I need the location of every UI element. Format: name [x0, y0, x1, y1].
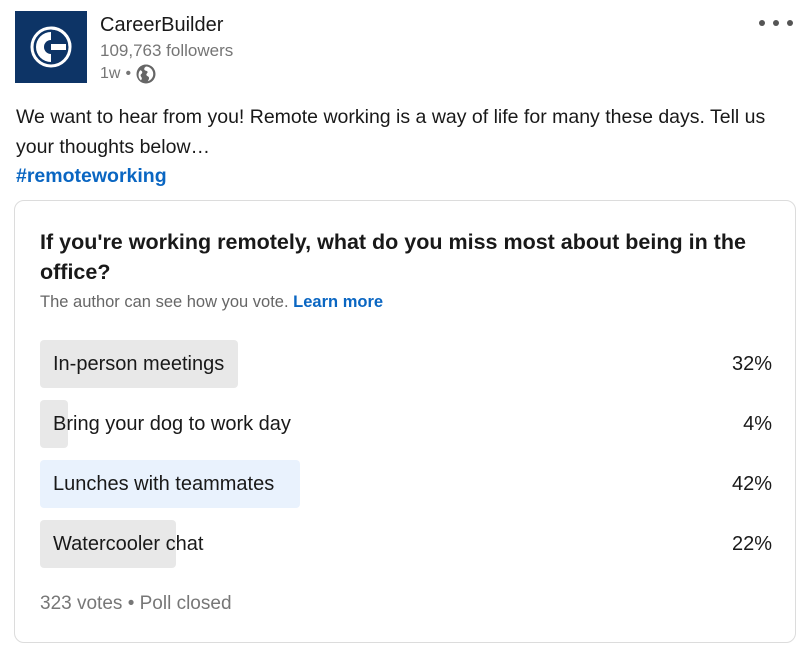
- poll-option-percent: 42%: [731, 473, 772, 495]
- more-dot-icon: [759, 20, 765, 26]
- follower-count: 109,763 followers: [100, 41, 234, 60]
- poll-card: If you're working remotely, what do you …: [14, 200, 796, 643]
- poll-option-label: Lunches with teammates: [53, 473, 275, 495]
- poll-notice-text: The author can see how you vote.: [40, 293, 289, 311]
- more-dot-icon: [773, 20, 779, 26]
- poll-option-watercooler-chat[interactable]: Watercooler chat 22%: [40, 520, 772, 568]
- poll-status: Poll closed: [139, 593, 232, 614]
- poll-option-percent: 22%: [731, 533, 772, 555]
- company-logo[interactable]: [15, 11, 87, 83]
- poll-option-bring-your-dog[interactable]: Bring your dog to work day 4%: [40, 400, 772, 448]
- poll-vote-count: 323 votes: [40, 593, 123, 614]
- footer-separator: •: [127, 593, 135, 614]
- learn-more-link[interactable]: Learn more: [293, 293, 383, 311]
- careerbuilder-logo-icon: [30, 26, 72, 68]
- feed-post: CareerBuilder 109,763 followers 1w • We …: [0, 0, 811, 653]
- poll-option-percent: 4%: [743, 413, 772, 435]
- more-options-button[interactable]: [759, 14, 793, 32]
- post-commentary: We want to hear from you! Remote working…: [16, 106, 766, 158]
- more-dot-icon: [787, 20, 793, 26]
- hashtag-link[interactable]: #remoteworking: [16, 161, 167, 191]
- author-name[interactable]: CareerBuilder: [100, 14, 223, 37]
- meta-separator: •: [125, 65, 132, 82]
- poll-question: If you're working remotely, what do you …: [40, 230, 746, 284]
- poll-option-label: Bring your dog to work day: [53, 413, 291, 435]
- poll-option-label: Watercooler chat: [53, 533, 204, 555]
- poll-footer: 323 votes • Poll closed: [40, 593, 232, 615]
- post-time: 1w: [100, 65, 121, 82]
- post-meta: 1w •: [100, 64, 156, 84]
- poll-notice: The author can see how you vote. Learn m…: [40, 293, 383, 312]
- poll-option-percent: 32%: [731, 353, 772, 375]
- poll-option-in-person-meetings[interactable]: In-person meetings 32%: [40, 340, 772, 388]
- globe-icon: [136, 64, 156, 84]
- poll-option-label: In-person meetings: [53, 353, 225, 375]
- poll-option-lunches-with-teammates[interactable]: Lunches with teammates 42%: [40, 460, 772, 508]
